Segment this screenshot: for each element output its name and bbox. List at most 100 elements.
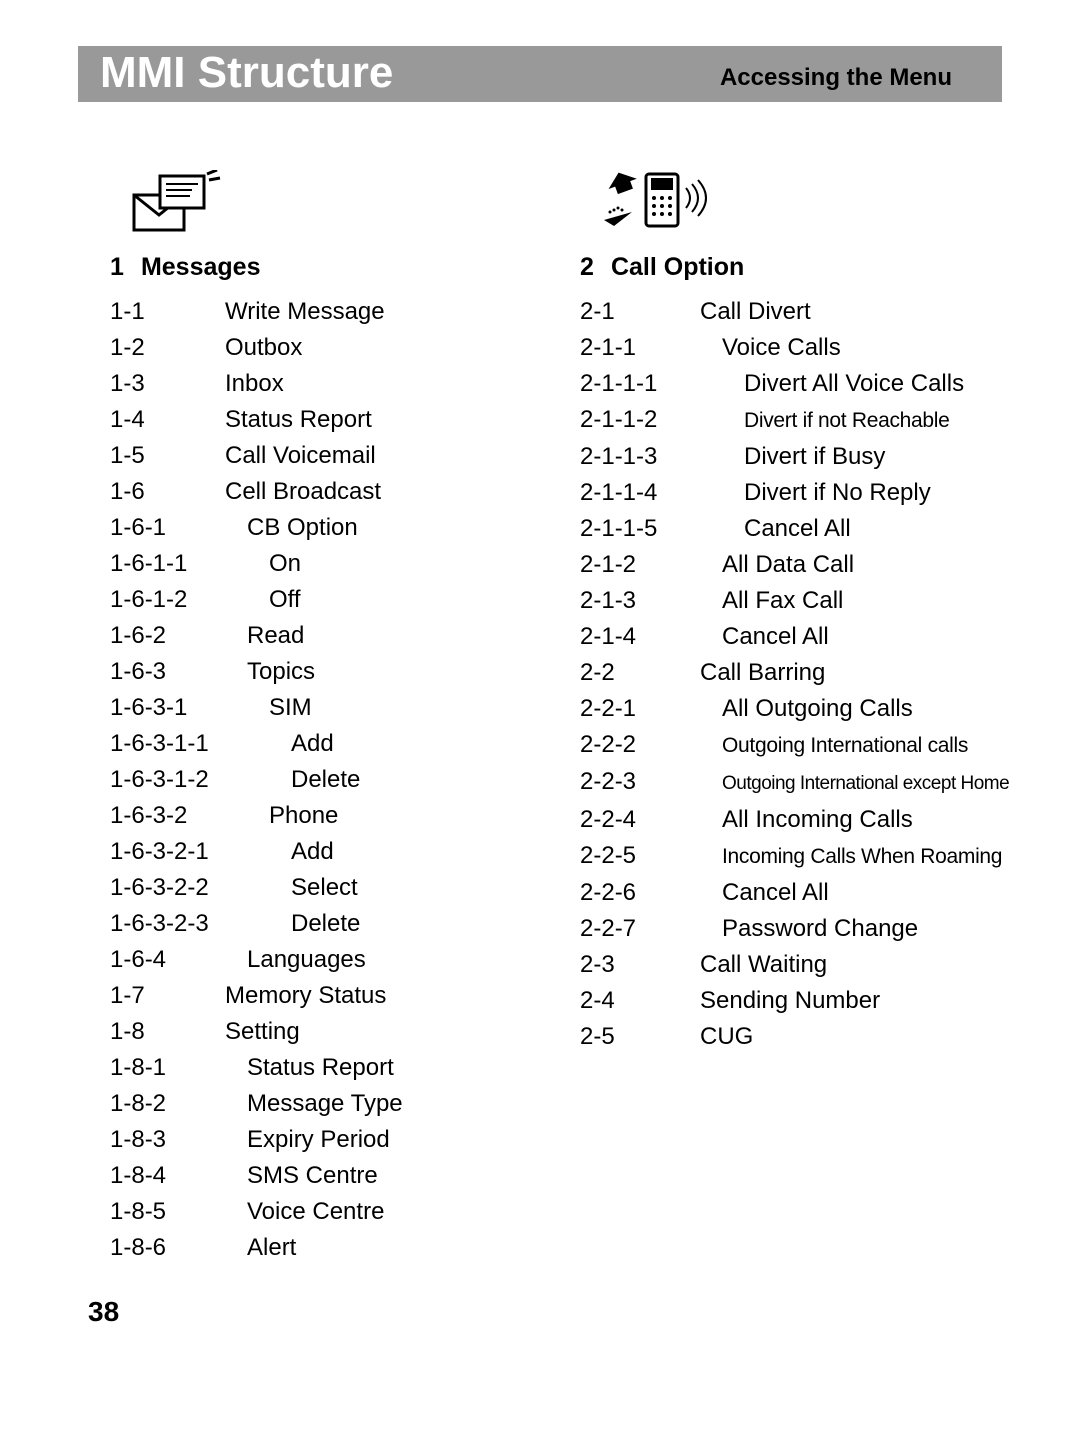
- menu-label: All Fax Call: [690, 587, 843, 614]
- menu-label: Memory Status: [220, 982, 386, 1009]
- menu-row: 2-5CUG: [580, 1019, 1000, 1055]
- menu-row: 2-4Sending Number: [580, 983, 1000, 1019]
- menu-code: 1-6-3-2: [110, 798, 220, 834]
- menu-row: 2-2-7Password Change: [580, 911, 1000, 947]
- header-title: MMI Structure: [100, 48, 393, 98]
- menu-row: 1-8-1Status Report: [110, 1050, 530, 1086]
- menu-label: Incoming Calls When Roaming: [690, 845, 1002, 868]
- menu-row: 2-1-1-4Divert if No Reply: [580, 475, 1000, 511]
- menu-row: 1-4Status Report: [110, 402, 530, 438]
- menu-row: 2-2-4All Incoming Calls: [580, 802, 1000, 838]
- menu-row: 2-2Call Barring: [580, 655, 1000, 691]
- menu-row: 1-8-2Message Type: [110, 1086, 530, 1122]
- menu-code: 1-8-2: [110, 1086, 220, 1122]
- menu-code: 1-6-3-1-1: [110, 726, 220, 762]
- menu-label: All Outgoing Calls: [690, 695, 913, 722]
- menu-label: Call Divert: [690, 298, 811, 325]
- menu-label: Outbox: [220, 334, 302, 361]
- menu-code: 2-1-1: [580, 330, 690, 366]
- menu-label: Cancel All: [690, 623, 829, 650]
- menu-row: 1-8Setting: [110, 1014, 530, 1050]
- menu-row: 2-1-4Cancel All: [580, 619, 1000, 655]
- menu-row: 1-3Inbox: [110, 366, 530, 402]
- menu-label: Delete: [220, 766, 360, 793]
- section-heading-messages: 1 Messages: [110, 253, 530, 282]
- section-title: Call Option: [611, 253, 744, 281]
- menu-code: 1-8-1: [110, 1050, 220, 1086]
- menu-row: 2-1-1-1Divert All Voice Calls: [580, 366, 1000, 402]
- list-messages: 1-1Write Message1-2Outbox1-3Inbox1-4Stat…: [110, 294, 530, 1266]
- menu-code: 1-7: [110, 978, 220, 1014]
- menu-row: 1-8-5Voice Centre: [110, 1194, 530, 1230]
- menu-row: 1-6-3-1-1Add: [110, 726, 530, 762]
- list-calloption: 2-1Call Divert2-1-1Voice Calls2-1-1-1Div…: [580, 294, 1000, 1055]
- menu-row: 2-1-3All Fax Call: [580, 583, 1000, 619]
- menu-label: On: [220, 550, 301, 577]
- menu-label: Call Voicemail: [220, 442, 376, 469]
- menu-label: Write Message: [220, 298, 385, 325]
- menu-label: Add: [220, 838, 334, 865]
- menu-label: CUG: [690, 1023, 753, 1050]
- column-calloption: 2 Call Option 2-1Call Divert2-1-1Voice C…: [580, 170, 1000, 1055]
- menu-label: Inbox: [220, 370, 284, 397]
- menu-row: 1-8-3Expiry Period: [110, 1122, 530, 1158]
- menu-label: SMS Centre: [220, 1162, 378, 1189]
- menu-row: 1-1Write Message: [110, 294, 530, 330]
- menu-code: 2-2: [580, 655, 690, 691]
- menu-code: 2-5: [580, 1019, 690, 1055]
- menu-code: 2-2-6: [580, 875, 690, 911]
- menu-label: Call Barring: [690, 659, 825, 686]
- menu-code: 1-6-3-1: [110, 690, 220, 726]
- menu-row: 1-6-3-2-3Delete: [110, 906, 530, 942]
- section-heading-calloption: 2 Call Option: [580, 253, 1000, 282]
- menu-label: Topics: [220, 658, 315, 685]
- menu-row: 1-6-3Topics: [110, 654, 530, 690]
- menu-label: Voice Centre: [220, 1198, 384, 1225]
- menu-label: Voice Calls: [690, 334, 841, 361]
- menu-code: 2-1-3: [580, 583, 690, 619]
- menu-row: 1-6-3-2Phone: [110, 798, 530, 834]
- menu-row: 2-2-5Incoming Calls When Roaming: [580, 838, 1000, 875]
- menu-label: Add: [220, 730, 334, 757]
- menu-code: 1-8-3: [110, 1122, 220, 1158]
- menu-label: Cancel All: [690, 515, 851, 542]
- menu-code: 2-1-4: [580, 619, 690, 655]
- menu-code: 2-1-1-1: [580, 366, 690, 402]
- menu-label: Password Change: [690, 915, 918, 942]
- menu-code: 1-6-3-1-2: [110, 762, 220, 798]
- menu-label: Cancel All: [690, 879, 829, 906]
- menu-row: 2-1-1Voice Calls: [580, 330, 1000, 366]
- menu-row: 2-1-1-5Cancel All: [580, 511, 1000, 547]
- menu-row: 2-1-1-2Divert if not Reachable: [580, 402, 1000, 439]
- menu-row: 1-2Outbox: [110, 330, 530, 366]
- menu-code: 2-1-1-2: [580, 402, 690, 438]
- menu-row: 1-6-4Languages: [110, 942, 530, 978]
- section-number: 2: [580, 253, 604, 282]
- menu-code: 2-1-1-5: [580, 511, 690, 547]
- menu-code: 2-2-4: [580, 802, 690, 838]
- menu-label: Sending Number: [690, 987, 880, 1014]
- menu-row: 1-5Call Voicemail: [110, 438, 530, 474]
- menu-row: 2-1-1-3Divert if Busy: [580, 439, 1000, 475]
- menu-code: 2-1-1-3: [580, 439, 690, 475]
- menu-code: 2-2-3: [580, 764, 690, 800]
- menu-code: 1-8: [110, 1014, 220, 1050]
- menu-row: 2-1Call Divert: [580, 294, 1000, 330]
- menu-code: 1-5: [110, 438, 220, 474]
- menu-label: All Data Call: [690, 551, 854, 578]
- menu-code: 2-3: [580, 947, 690, 983]
- menu-label: Status Report: [220, 406, 372, 433]
- menu-code: 1-6-1-2: [110, 582, 220, 618]
- header-subtitle: Accessing the Menu: [720, 64, 952, 92]
- menu-label: Languages: [220, 946, 366, 973]
- page-header: MMI Structure Accessing the Menu: [78, 46, 1002, 102]
- menu-code: 1-6-1-1: [110, 546, 220, 582]
- messages-icon: [132, 170, 232, 245]
- menu-label: Cell Broadcast: [220, 478, 381, 505]
- page: MMI Structure Accessing the Menu 1: [0, 0, 1080, 1455]
- menu-label: Alert: [220, 1234, 296, 1261]
- menu-code: 1-8-6: [110, 1230, 220, 1266]
- menu-row: 2-1-2All Data Call: [580, 547, 1000, 583]
- menu-label: Off: [220, 586, 301, 613]
- calloption-icon: [602, 170, 702, 245]
